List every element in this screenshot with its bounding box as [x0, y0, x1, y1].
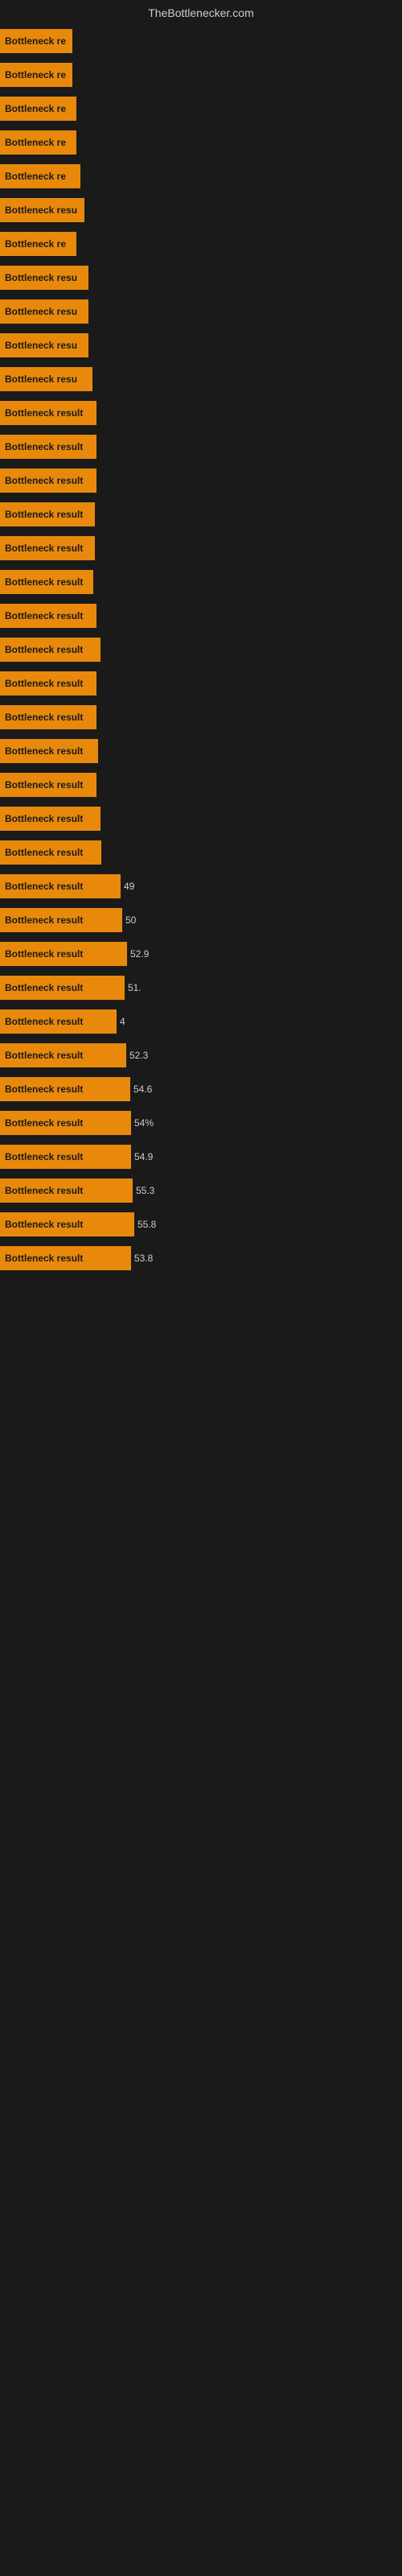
bar-row: Bottleneck result49 [0, 871, 402, 902]
bar-label: Bottleneck result [0, 1077, 130, 1101]
bar-row: Bottleneck result [0, 499, 402, 530]
bar-value: 54.9 [131, 1151, 153, 1162]
bar-value: 54.6 [130, 1084, 152, 1095]
bar-label: Bottleneck result [0, 1009, 117, 1034]
bar-value: 54% [131, 1117, 154, 1129]
bar-label: Bottleneck resu [0, 333, 88, 357]
bar-label: Bottleneck re [0, 29, 72, 53]
bar-value: 53.8 [131, 1253, 153, 1264]
bar-row: Bottleneck result51. [0, 972, 402, 1003]
bar-row: Bottleneck resu [0, 262, 402, 293]
bar-row: Bottleneck result55.8 [0, 1209, 402, 1240]
bar-label: Bottleneck result [0, 705, 96, 729]
bar-row: Bottleneck resu [0, 296, 402, 327]
bar-label: Bottleneck resu [0, 299, 88, 324]
bar-row: Bottleneck re [0, 127, 402, 158]
bar-label: Bottleneck result [0, 604, 96, 628]
bar-label: Bottleneck re [0, 63, 72, 87]
bar-label: Bottleneck result [0, 502, 95, 526]
bar-value: 51. [125, 982, 142, 993]
bar-label: Bottleneck re [0, 130, 76, 155]
bar-row: Bottleneck result [0, 533, 402, 564]
bar-row: Bottleneck result [0, 465, 402, 496]
bar-label: Bottleneck result [0, 1043, 126, 1067]
bar-label: Bottleneck result [0, 976, 125, 1000]
bar-label: Bottleneck result [0, 773, 96, 797]
bar-row: Bottleneck result52.3 [0, 1040, 402, 1071]
bar-value: 50 [122, 914, 136, 926]
bar-label: Bottleneck result [0, 1111, 131, 1135]
bar-row: Bottleneck result54.6 [0, 1074, 402, 1104]
bar-row: Bottleneck result54% [0, 1108, 402, 1138]
bar-row: Bottleneck result [0, 803, 402, 834]
bar-row: Bottleneck result54.9 [0, 1141, 402, 1172]
bar-row: Bottleneck resu [0, 364, 402, 394]
bar-label: Bottleneck result [0, 570, 93, 594]
bar-row: Bottleneck result [0, 702, 402, 733]
bar-label: Bottleneck resu [0, 266, 88, 290]
bar-row: Bottleneck result [0, 736, 402, 766]
bar-label: Bottleneck result [0, 807, 100, 831]
bar-row: Bottleneck re [0, 93, 402, 124]
bar-label: Bottleneck result [0, 942, 127, 966]
bar-label: Bottleneck result [0, 1179, 133, 1203]
bar-value: 49 [121, 881, 134, 892]
bar-chart: Bottleneck re Bottleneck re Bottleneck re B… [0, 26, 402, 1274]
bar-label: Bottleneck re [0, 97, 76, 121]
bar-row: Bottleneck re [0, 161, 402, 192]
bar-value: 4 [117, 1016, 125, 1027]
bar-label: Bottleneck resu [0, 367, 92, 391]
bar-row: Bottleneck result [0, 634, 402, 665]
bar-value: 52.9 [127, 948, 149, 960]
bar-label: Bottleneck result [0, 401, 96, 425]
bar-row: Bottleneck re [0, 60, 402, 90]
bar-label: Bottleneck result [0, 840, 101, 865]
bar-row: Bottleneck result [0, 837, 402, 868]
bar-label: Bottleneck result [0, 469, 96, 493]
bar-row: Bottleneck result50 [0, 905, 402, 935]
bar-label: Bottleneck result [0, 908, 122, 932]
bar-label: Bottleneck resu [0, 198, 84, 222]
bar-row: Bottleneck resu [0, 195, 402, 225]
bar-label: Bottleneck result [0, 536, 95, 560]
bar-label: Bottleneck result [0, 1145, 131, 1169]
bar-label: Bottleneck result [0, 435, 96, 459]
bar-row: Bottleneck result53.8 [0, 1243, 402, 1274]
bar-row: Bottleneck result [0, 567, 402, 597]
bar-row: Bottleneck result [0, 770, 402, 800]
bar-label: Bottleneck re [0, 164, 80, 188]
bar-row: Bottleneck result52.9 [0, 939, 402, 969]
bar-label: Bottleneck re [0, 232, 76, 256]
bar-row: Bottleneck result55.3 [0, 1175, 402, 1206]
bar-label: Bottleneck result [0, 874, 121, 898]
bar-row: Bottleneck re [0, 229, 402, 259]
bar-label: Bottleneck result [0, 1246, 131, 1270]
bar-row: Bottleneck result4 [0, 1006, 402, 1037]
bar-row: Bottleneck resu [0, 330, 402, 361]
bar-row: Bottleneck result [0, 668, 402, 699]
bar-value: 52.3 [126, 1050, 148, 1061]
site-title: TheBottlenecker.com [0, 0, 402, 23]
bar-label: Bottleneck result [0, 671, 96, 696]
bar-row: Bottleneck re [0, 26, 402, 56]
bar-row: Bottleneck result [0, 601, 402, 631]
bar-label: Bottleneck result [0, 739, 98, 763]
header: TheBottlenecker.com [0, 0, 402, 23]
bar-label: Bottleneck result [0, 638, 100, 662]
bar-row: Bottleneck result [0, 431, 402, 462]
bar-value: 55.3 [133, 1185, 154, 1196]
bar-row: Bottleneck result [0, 398, 402, 428]
bar-value: 55.8 [134, 1219, 156, 1230]
bar-label: Bottleneck result [0, 1212, 134, 1236]
